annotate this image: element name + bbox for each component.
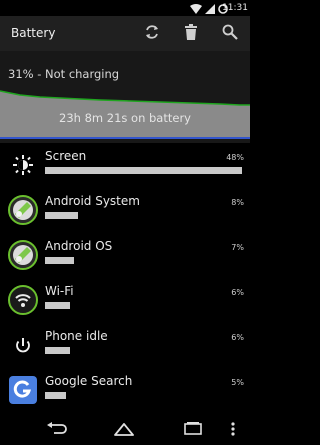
wifi-icon bbox=[7, 284, 39, 316]
status-bar: 11:31 bbox=[0, 0, 250, 16]
list-item[interactable]: Wi-Fi 6% bbox=[0, 278, 250, 323]
item-percent: 6% bbox=[231, 333, 244, 342]
item-percent: 8% bbox=[231, 198, 244, 207]
usage-list: Screen 48% Android System 8% Android OS bbox=[0, 143, 250, 413]
item-name: Screen bbox=[45, 149, 87, 163]
list-item[interactable]: Phone idle 6% bbox=[0, 323, 250, 368]
delete-button[interactable] bbox=[180, 23, 202, 45]
item-name: Wi-Fi bbox=[45, 284, 74, 298]
item-percent: 48% bbox=[226, 153, 244, 162]
menu-icon bbox=[231, 421, 235, 440]
charge-status: 31% - Not charging bbox=[8, 67, 120, 81]
usage-bar-fill bbox=[45, 212, 78, 219]
usage-bar bbox=[45, 347, 242, 354]
recents-button[interactable] bbox=[180, 419, 206, 441]
usage-bar bbox=[45, 302, 242, 309]
item-percent: 7% bbox=[231, 243, 244, 252]
signal-icon bbox=[205, 0, 215, 18]
android-system-icon bbox=[7, 194, 39, 226]
battery-level-chart bbox=[0, 90, 250, 139]
item-percent: 6% bbox=[231, 288, 244, 297]
refresh-icon bbox=[144, 24, 160, 44]
home-button[interactable] bbox=[111, 419, 137, 441]
page-title: Battery bbox=[11, 26, 56, 40]
navigation-bar bbox=[0, 415, 250, 445]
back-button[interactable] bbox=[44, 419, 70, 441]
action-bar: Battery bbox=[0, 16, 250, 51]
item-name: Phone idle bbox=[45, 329, 108, 343]
android-os-icon bbox=[7, 239, 39, 271]
item-percent: 5% bbox=[231, 378, 244, 387]
battery-duration: 23h 8m 21s on battery bbox=[59, 111, 191, 125]
usage-bar-fill bbox=[45, 392, 66, 399]
power-icon bbox=[7, 329, 39, 361]
usage-bar bbox=[45, 392, 242, 399]
list-item[interactable]: Google Search 5% bbox=[0, 368, 250, 413]
usage-bar-fill bbox=[45, 167, 242, 174]
recents-icon bbox=[184, 421, 202, 440]
refresh-button[interactable] bbox=[141, 23, 163, 45]
search-icon bbox=[222, 24, 238, 44]
usage-bar-fill bbox=[45, 347, 70, 354]
list-item[interactable]: Android System 8% bbox=[0, 188, 250, 233]
delete-icon bbox=[184, 24, 198, 44]
menu-button[interactable] bbox=[223, 419, 243, 441]
usage-bar-fill bbox=[45, 257, 74, 264]
item-name: Google Search bbox=[45, 374, 133, 388]
status-clock: 11:31 bbox=[222, 3, 248, 13]
back-icon bbox=[46, 421, 68, 440]
usage-bar-fill bbox=[45, 302, 70, 309]
home-icon bbox=[113, 421, 135, 440]
search-button[interactable] bbox=[219, 23, 241, 45]
screen-brightness-icon bbox=[7, 149, 39, 181]
battery-graph[interactable]: 31% - Not charging 23h 8m 21s on battery bbox=[0, 51, 250, 143]
list-item[interactable]: Screen 48% bbox=[0, 143, 250, 188]
wifi-icon bbox=[190, 0, 202, 18]
usage-bar bbox=[45, 212, 242, 219]
usage-bar bbox=[45, 257, 242, 264]
item-name: Android System bbox=[45, 194, 140, 208]
item-name: Android OS bbox=[45, 239, 113, 253]
google-search-icon bbox=[7, 374, 39, 406]
usage-bar bbox=[45, 167, 242, 174]
list-item[interactable]: Android OS 7% bbox=[0, 233, 250, 278]
